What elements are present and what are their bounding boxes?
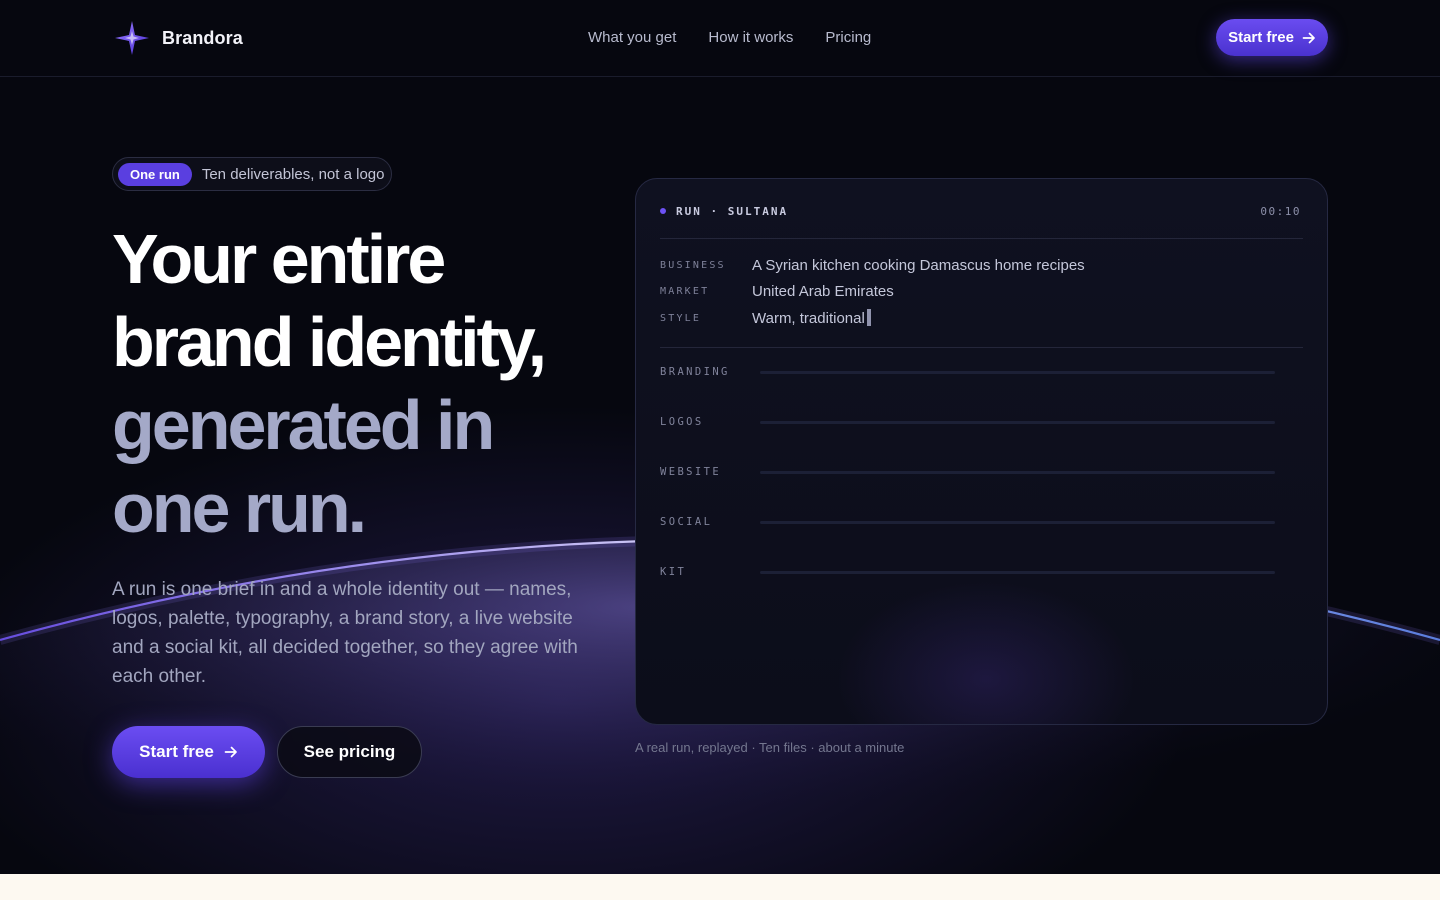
arrow-right-icon bbox=[1302, 32, 1315, 43]
four-point-star-icon bbox=[115, 21, 149, 55]
run-preview-panel: RUN · SULTANA 00:10 BUSINESS A Syrian ki… bbox=[635, 178, 1328, 725]
divider bbox=[660, 347, 1303, 348]
headline-line-1: Your entire bbox=[112, 220, 446, 298]
nav-link-how-it-works[interactable]: How it works bbox=[708, 29, 793, 46]
typing-cursor bbox=[866, 309, 871, 326]
brand-logo[interactable]: Brandora bbox=[114, 20, 243, 56]
start-free-button[interactable]: Start free bbox=[112, 726, 265, 778]
track-label: WEBSITE bbox=[660, 466, 722, 478]
hero-subtext: A run is one brief in and a whole identi… bbox=[112, 579, 578, 687]
headline-line-3: generated in bbox=[112, 386, 495, 464]
track-progress-bar bbox=[760, 470, 1275, 474]
brief-key: BUSINESS bbox=[660, 260, 726, 271]
panel-glow bbox=[836, 579, 1136, 724]
brief-key: MARKET bbox=[660, 286, 710, 297]
track-label: KIT bbox=[660, 566, 687, 578]
hero-section: Brandora What you get How it works Prici… bbox=[0, 0, 1440, 874]
pill-text: Ten deliverables, not a logo bbox=[201, 165, 385, 183]
track-label: BRANDING bbox=[660, 366, 730, 378]
run-header: RUN · SULTANA 00:10 bbox=[660, 203, 1303, 219]
track-label: SOCIAL bbox=[660, 516, 713, 528]
brief-row-market: MARKET United Arab Emirates bbox=[660, 283, 894, 300]
track-progress-bar bbox=[760, 420, 1275, 424]
brief-value: Warm, traditional bbox=[752, 309, 871, 327]
track-progress-bar bbox=[760, 520, 1275, 524]
brief-row-business: BUSINESS A Syrian kitchen cooking Damasc… bbox=[660, 257, 1085, 274]
see-pricing-label: See pricing bbox=[303, 742, 396, 761]
run-timer: 00:10 bbox=[1260, 204, 1301, 218]
headline-line-4: one run. bbox=[112, 469, 367, 547]
arrow-right-icon bbox=[224, 746, 237, 758]
top-nav: Brandora What you get How it works Prici… bbox=[0, 0, 1440, 77]
brief-value: United Arab Emirates bbox=[752, 283, 894, 300]
nav-link-pricing[interactable]: Pricing bbox=[825, 29, 871, 46]
track-row-kit: KIT bbox=[660, 565, 1275, 579]
track-row-social: SOCIAL bbox=[660, 515, 1275, 529]
start-free-label: Start free bbox=[139, 742, 214, 761]
next-section-edge bbox=[0, 874, 1440, 900]
brief-value-text: Warm, traditional bbox=[752, 310, 865, 327]
track-progress-bar bbox=[760, 370, 1275, 374]
track-row-branding: BRANDING bbox=[660, 365, 1275, 379]
announcement-pill: One run Ten deliverables, not a logo bbox=[112, 157, 392, 191]
run-label: RUN · SULTANA bbox=[676, 204, 789, 218]
brief-row-style: STYLE Warm, traditional bbox=[660, 309, 871, 327]
divider bbox=[660, 238, 1303, 239]
nav-start-free-button[interactable]: Start free bbox=[1216, 19, 1328, 56]
brief-key: STYLE bbox=[660, 312, 702, 324]
nav-links: What you get How it works Pricing bbox=[588, 29, 871, 46]
track-row-logos: LOGOS bbox=[660, 415, 1275, 429]
brand-name: Brandora bbox=[162, 27, 243, 48]
run-status-dot bbox=[660, 208, 666, 214]
nav-start-free-label: Start free bbox=[1228, 29, 1294, 46]
nav-link-what-you-get[interactable]: What you get bbox=[588, 29, 676, 46]
brief-value: A Syrian kitchen cooking Damascus home r… bbox=[752, 257, 1085, 274]
track-row-website: WEBSITE bbox=[660, 465, 1275, 479]
see-pricing-button[interactable]: See pricing bbox=[277, 726, 422, 778]
headline-line-2: brand identity, bbox=[112, 303, 547, 381]
run-caption: A real run, replayed · Ten files · about… bbox=[635, 740, 905, 755]
pill-badge: One run bbox=[118, 162, 192, 186]
track-progress-bar bbox=[760, 570, 1275, 574]
hero-headline: Your entire brand identity, generated in… bbox=[112, 218, 632, 550]
track-label: LOGOS bbox=[660, 416, 704, 428]
